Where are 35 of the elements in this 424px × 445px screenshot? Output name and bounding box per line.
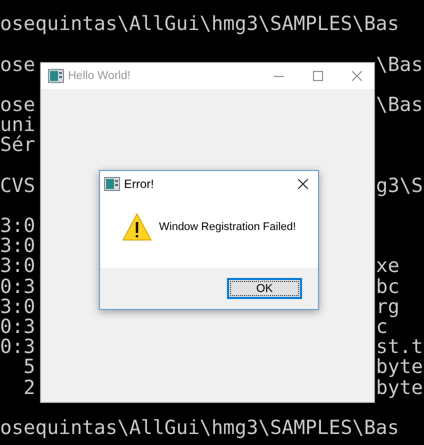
maximize-icon[interactable] (313, 71, 323, 81)
ok-button[interactable]: OK (227, 278, 302, 299)
console-text: \Bas (376, 94, 423, 116)
console-text: c (376, 317, 388, 338)
console-text: 0:3 (0, 317, 36, 338)
console-text: bc (376, 276, 400, 297)
console-text: 3:0 (0, 256, 36, 277)
error-message: Window Registration Failed! (159, 221, 296, 233)
console-text: 3:0 (0, 236, 36, 256)
console-text: osequintas\AllGui\hmg3\SAMPLES\Bas (0, 418, 400, 438)
console-text: ose (0, 54, 36, 75)
console-text: \Bas (376, 54, 423, 75)
warning-icon (122, 213, 152, 241)
app-icon (48, 69, 64, 83)
console-text: g3\S (376, 176, 423, 196)
console-text: 3:0 (0, 216, 36, 236)
dialog-title: Error! (124, 176, 154, 190)
console-text: 0:3 (0, 276, 36, 297)
console-text: 3:0 (0, 296, 36, 318)
console-text: 2 (22, 378, 36, 398)
console-text: byte (376, 378, 423, 398)
console-text: ose (0, 94, 36, 116)
console-text: rg (376, 296, 400, 318)
console-text: osequintas\AllGui\hmg3\SAMPLES\Bas (0, 14, 400, 34)
console-text: uni (0, 115, 36, 136)
console-text: xe (376, 256, 400, 277)
console-text: 0:3 (0, 337, 36, 358)
console-text: st.t (376, 337, 423, 358)
console-text: Sér (0, 135, 36, 156)
console-text: 5 (22, 357, 36, 378)
console-text: byte (376, 357, 423, 378)
app-icon (104, 176, 120, 190)
close-icon[interactable] (298, 178, 308, 188)
console-text: CVS (0, 176, 36, 196)
window-title: Hello World! (68, 70, 130, 82)
